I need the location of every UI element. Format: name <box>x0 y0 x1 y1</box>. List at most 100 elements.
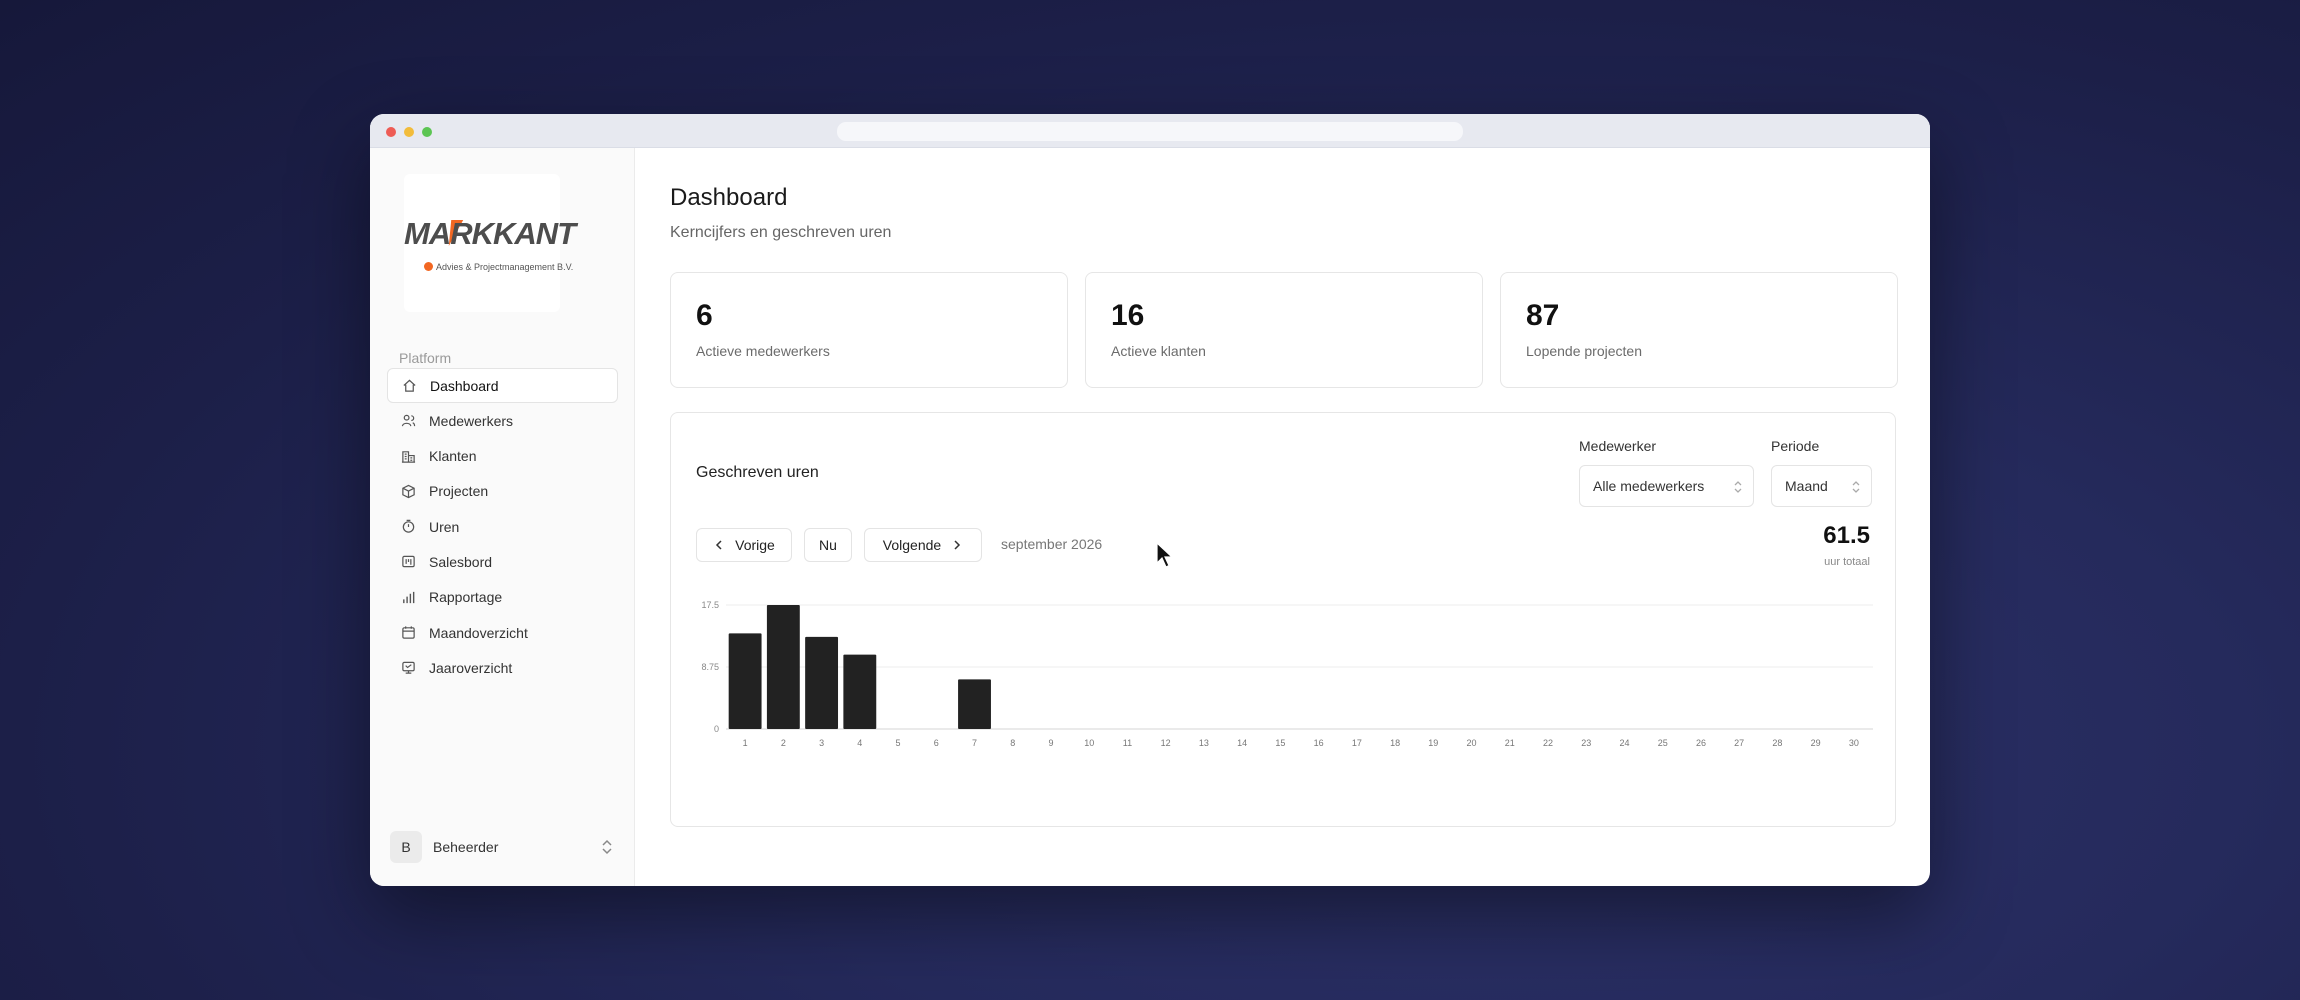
sidebar-item-uren[interactable]: Uren <box>387 509 618 544</box>
minimize-window-button[interactable] <box>404 127 414 137</box>
sidebar-item-label: Uren <box>429 518 460 535</box>
total-hours-label: uur totaal <box>1824 556 1870 568</box>
chevrons-up-down-icon <box>1734 481 1742 493</box>
stat-value: 16 <box>1111 299 1145 332</box>
hours-bar-chart: 08.7517.51 2 3 4 5 6 7 8 9 10 11 12 13 14 15 16 17 18 19 20… <box>701 600 1873 748</box>
window-titlebar <box>370 114 1930 148</box>
chevrons-up-down-icon <box>1852 481 1860 493</box>
stat-value: 87 <box>1526 299 1560 332</box>
bar-day-7 <box>958 679 991 729</box>
x-tick-label: 13 <box>1199 738 1209 748</box>
sidebar-nav: Dashboard Medewerkers Klanten Projecten Uren… <box>387 368 618 686</box>
chart-title: Geschreven uren <box>696 464 819 481</box>
y-tick-label: 17.5 <box>701 600 719 610</box>
bar-day-4 <box>843 654 877 729</box>
close-window-button[interactable] <box>386 127 396 137</box>
page-title: Dashboard <box>670 184 788 211</box>
x-tick-label: 4 <box>857 738 862 748</box>
address-bar[interactable] <box>837 122 1463 141</box>
x-tick-label: 21 <box>1505 738 1515 748</box>
now-label: Nu <box>819 537 837 553</box>
logo-dot-icon <box>424 262 433 271</box>
sidebar-item-klanten[interactable]: Klanten <box>387 439 618 474</box>
sidebar: MARKKANT Advies & Projectmanagement B.V.… <box>370 148 635 886</box>
next-button[interactable]: Volgende <box>864 528 982 562</box>
sidebar-item-label: Rapportage <box>429 589 503 606</box>
sidebar-item-salesbord[interactable]: Salesbord <box>387 544 618 579</box>
sidebar-item-jaaroverzicht[interactable]: Jaaroverzicht <box>387 650 618 685</box>
chevrons-up-down-icon <box>602 839 612 855</box>
period-select[interactable]: Maand <box>1771 465 1872 507</box>
x-tick-label: 3 <box>819 738 824 748</box>
y-tick-label: 0 <box>714 724 719 734</box>
sidebar-item-dashboard[interactable]: Dashboard <box>387 368 618 403</box>
calendar-year-icon <box>400 660 416 676</box>
calendar-icon <box>400 625 416 641</box>
logo-tagline: Advies & Projectmanagement B.V. <box>436 262 574 272</box>
x-tick-label: 11 <box>1123 738 1132 748</box>
bar-day-1 <box>728 633 762 729</box>
x-tick-label: 24 <box>1619 738 1629 748</box>
x-tick-label: 25 <box>1658 738 1668 748</box>
x-tick-label: 17 <box>1352 738 1362 748</box>
stat-label: Lopende projecten <box>1526 343 1642 359</box>
employee-select-value: Alle medewerkers <box>1593 478 1705 494</box>
stat-card-projects: 87 Lopende projecten <box>1500 272 1898 388</box>
user-menu[interactable]: B Beheerder <box>390 830 615 864</box>
sidebar-item-label: Medewerkers <box>429 412 514 429</box>
hours-chart-card: Geschreven uren Medewerker Alle medewerk… <box>670 412 1896 827</box>
stat-value: 6 <box>696 299 713 332</box>
sidebar-item-projecten[interactable]: Projecten <box>387 474 618 509</box>
chevron-left-icon <box>716 540 722 550</box>
now-button[interactable]: Nu <box>804 528 852 562</box>
x-tick-label: 22 <box>1543 738 1553 748</box>
logo-name: MARKKANT <box>404 216 576 251</box>
x-tick-label: 12 <box>1161 738 1171 748</box>
period-filter-label: Periode <box>1771 438 1820 454</box>
x-tick-label: 30 <box>1849 738 1859 748</box>
previous-button[interactable]: Vorige <box>696 528 792 562</box>
x-tick-label: 1 <box>743 738 748 748</box>
package-icon <box>400 483 416 499</box>
sidebar-item-label: Salesbord <box>429 553 493 570</box>
sidebar-item-label: Jaaroverzicht <box>429 659 513 676</box>
bar-day-2 <box>766 605 800 729</box>
stat-label: Actieve medewerkers <box>696 343 830 359</box>
kanban-icon <box>400 554 416 570</box>
home-icon <box>401 378 417 394</box>
x-tick-label: 7 <box>972 738 977 748</box>
period-select-value: Maand <box>1785 478 1828 494</box>
x-tick-label: 27 <box>1734 738 1744 748</box>
stat-card-employees: 6 Actieve medewerkers <box>670 272 1068 388</box>
main-content: Dashboard Kerncijfers en geschreven uren… <box>635 148 1930 886</box>
sidebar-item-label: Maandoverzicht <box>429 624 528 641</box>
sidebar-item-rapportage[interactable]: Rapportage <box>387 580 618 615</box>
employee-filter-label: Medewerker <box>1579 438 1657 454</box>
sidebar-item-label: Klanten <box>429 448 477 465</box>
x-tick-label: 9 <box>1048 738 1053 748</box>
total-hours-value: 61.5 <box>1823 522 1870 549</box>
users-icon <box>400 413 416 429</box>
sidebar-item-medewerkers[interactable]: Medewerkers <box>387 403 618 438</box>
x-tick-label: 18 <box>1390 738 1400 748</box>
x-tick-label: 5 <box>896 738 901 748</box>
current-period: september 2026 <box>1001 536 1103 552</box>
browser-window: MARKKANT Advies & Projectmanagement B.V.… <box>370 114 1930 886</box>
maximize-window-button[interactable] <box>422 127 432 137</box>
x-tick-label: 8 <box>1010 738 1015 748</box>
x-tick-label: 2 <box>781 738 786 748</box>
building-icon <box>400 448 416 464</box>
employee-select[interactable]: Alle medewerkers <box>1579 465 1754 507</box>
x-tick-label: 10 <box>1084 738 1094 748</box>
user-name: Beheerder <box>433 839 499 855</box>
page-subtitle: Kerncijfers en geschreven uren <box>670 224 892 241</box>
x-tick-label: 23 <box>1581 738 1591 748</box>
x-tick-label: 15 <box>1275 738 1285 748</box>
x-tick-label: 29 <box>1811 738 1821 748</box>
mouse-cursor-icon <box>1156 541 1174 568</box>
sidebar-item-maandoverzicht[interactable]: Maandoverzicht <box>387 615 618 650</box>
y-tick-label: 8.75 <box>701 662 719 672</box>
company-logo[interactable]: MARKKANT Advies & Projectmanagement B.V. <box>404 174 576 312</box>
x-tick-label: 28 <box>1772 738 1782 748</box>
x-tick-label: 20 <box>1467 738 1477 748</box>
